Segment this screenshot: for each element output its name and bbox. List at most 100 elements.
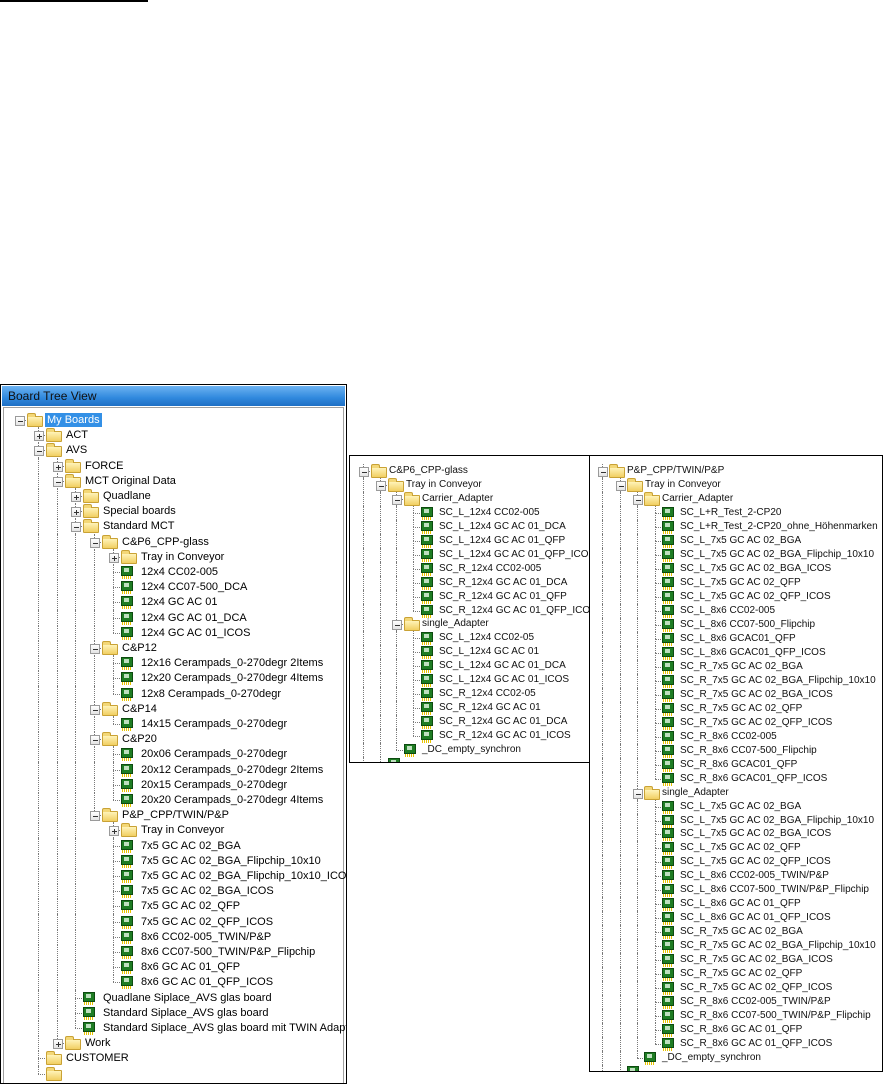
tree-board-item[interactable]: SC_L_7x5 GC AC 02_BGA [590, 799, 882, 814]
expand-icon[interactable] [109, 826, 119, 837]
tree-folder-item[interactable]: Tray in Conveyor [590, 477, 882, 492]
tree-board-item[interactable]: SC_R_12x4 CC02-005 [350, 561, 590, 576]
tree-board-item[interactable]: SC_L_12x4 GC AC 01_QFP [350, 533, 590, 548]
collapse-icon[interactable] [90, 704, 100, 715]
tree-board-item[interactable] [350, 756, 590, 762]
collapse-icon[interactable] [633, 494, 643, 505]
collapse-icon[interactable] [15, 416, 25, 426]
tree-folder-item[interactable]: C&P6_CPP-glass [350, 464, 590, 478]
tree-board-item[interactable]: SC_L_8x6 GCAC01_QFP_ICOS [590, 645, 882, 660]
tree-board-item[interactable]: 7x5 GC AC 02_BGA_Flipchip_10x10 [4, 852, 343, 869]
tree-board-item[interactable]: SC_L_7x5 GC AC 02_QFP_ICOS [590, 855, 882, 870]
tree-board-item[interactable]: SC_L_8x6 GC AC 01_QFP [590, 897, 882, 912]
tree-folder-item[interactable]: Tray in Conveyor [4, 822, 343, 839]
tree-folder-item[interactable]: Carrier_Adapter [350, 491, 590, 506]
tree-board-item[interactable]: SC_L_8x6 GCAC01_QFP [590, 631, 882, 646]
tree-board-item[interactable]: SC_R_7x5 GC AC 02_BGA_ICOS [590, 953, 882, 968]
tree-board-item[interactable]: SC_R_7x5 GC AC 02_BGA [590, 659, 882, 674]
tree-board-item[interactable]: 7x5 GC AC 02_BGA [4, 837, 343, 854]
tree-folder-item[interactable]: Quadlane [4, 488, 343, 504]
tree-board-item[interactable]: SC_L_7x5 GC AC 02_BGA_ICOS [590, 561, 882, 576]
tree-board-item[interactable]: 12x4 CC07-500_DCA [4, 579, 343, 596]
tree-board-item[interactable]: SC_L_8x6 CC02-005_TWIN/P&P [590, 869, 882, 884]
tree-board-item[interactable]: 12x8 Cerampads_0-270degr [4, 685, 343, 702]
tree-board-item[interactable]: 12x4 CC02-005 [4, 564, 343, 580]
tree-board-item[interactable]: 12x4 GC AC 01_ICOS [4, 624, 343, 641]
tree-board-item[interactable]: SC_L_12x4 CC02-005 [350, 505, 590, 520]
tree-folder-item[interactable]: Standard MCT [4, 518, 343, 535]
tree-folder-item[interactable]: Tray in Conveyor [4, 548, 343, 565]
tree-folder-item[interactable]: ACT [4, 427, 343, 444]
tree-folder-item[interactable]: CUSTOMER [4, 1050, 343, 1067]
tree-board-item[interactable]: 8x6 GC AC 01_QFP [4, 959, 343, 976]
expand-icon[interactable] [34, 431, 44, 442]
expand-icon[interactable] [109, 552, 119, 563]
tree-board-item[interactable]: 8x6 GC AC 01_QFP_ICOS [4, 974, 343, 991]
tree-board-item[interactable]: SC_L_8x6 CC02-005 [590, 603, 882, 618]
tree-board-item[interactable]: 12x16 Cerampads_0-270degr 2Items [4, 655, 343, 672]
tree-board-item[interactable]: SC_R_8x6 CC02-005_TWIN/P&P [590, 995, 882, 1010]
tree-board-item[interactable] [590, 1065, 882, 1071]
tree-board-item[interactable]: 12x20 Cerampads_0-270degr 4Items [4, 670, 343, 687]
tree-folder-item[interactable]: Special boards [4, 503, 343, 520]
tree-board-item[interactable]: 8x6 CC07-500_TWIN/P&P_Flipchip [4, 944, 343, 960]
tree-board-item[interactable]: SC_R_12x4 CC02-05 [350, 687, 590, 702]
tree-board-item[interactable]: 12x4 GC AC 01_DCA [4, 609, 343, 626]
tree-board-item[interactable]: SC_L+R_Test_2-CP20_ohne_Höhenmarken [590, 519, 882, 534]
expand-icon[interactable] [53, 1039, 63, 1050]
collapse-icon[interactable] [90, 735, 100, 746]
tree-board-item[interactable]: SC_L_8x6 GC AC 01_QFP_ICOS [590, 911, 882, 926]
tree-board-item[interactable]: SC_L_12x4 GC AC 01_QFP_ICOS [350, 547, 590, 562]
tree-folder-item[interactable]: C&P14 [4, 700, 343, 717]
tree-board-item[interactable]: Standard Siplace_AVS glas board mit TWIN… [4, 1020, 346, 1036]
tree-board-item[interactable]: SC_L_7x5 GC AC 02_QFP [590, 575, 882, 590]
tree-board-item[interactable]: 7x5 GC AC 02_QFP [4, 898, 343, 915]
tree-board-item[interactable]: 20x12 Cerampads_0-270degr 2Items [4, 761, 343, 778]
board-tree[interactable]: P&P_CPP/TWIN/P&P Tray in Conveyor Carrier_… [590, 456, 882, 1071]
tree-board-item[interactable]: SC_R_12x4 GC AC 01_DCA [350, 715, 590, 730]
tree-board-item[interactable]: 7x5 GC AC 02_QFP_ICOS [4, 913, 343, 930]
collapse-icon[interactable] [34, 446, 44, 457]
collapse-icon[interactable] [71, 522, 81, 533]
tree-board-item[interactable]: SC_R_7x5 GC AC 02_BGA [590, 925, 882, 940]
collapse-icon[interactable] [376, 480, 386, 491]
collapse-icon[interactable] [616, 480, 626, 491]
collapse-icon[interactable] [359, 467, 369, 477]
tree-folder-item[interactable]: P&P_CPP/TWIN/P&P [4, 807, 343, 824]
tree-folder-item[interactable]: AVS [4, 442, 343, 459]
tree-board-item[interactable]: SC_R_8x6 GC AC 01_QFP [590, 1023, 882, 1038]
tree-board-item[interactable]: SC_R_7x5 GC AC 02_QFP_ICOS [590, 981, 882, 996]
tree-board-item[interactable]: SC_R_8x6 GCAC01_QFP [590, 757, 882, 772]
tree-board-item[interactable]: SC_L_8x6 CC07-500_Flipchip [590, 617, 882, 632]
expand-icon[interactable] [53, 461, 63, 472]
tree-board-item[interactable]: 7x5 GC AC 02_BGA_Flipchip_10x10_ICOS [4, 868, 346, 884]
tree-folder-item[interactable]: My Boards [4, 412, 343, 427]
tree-board-item[interactable]: Standard Siplace_AVS glas board [4, 1004, 343, 1021]
tree-board-item[interactable]: 20x06 Cerampads_0-270degr [4, 746, 343, 763]
tree-folder-item[interactable]: C&P6_CPP-glass [4, 533, 343, 550]
board-tree[interactable]: C&P6_CPP-glass Tray in Conveyor Carrier_Ad… [350, 456, 590, 762]
tree-board-item[interactable]: SC_L_7x5 GC AC 02_QFP [590, 841, 882, 856]
tree-board-item[interactable]: SC_R_7x5 GC AC 02_BGA_Flipchip_10x10 [590, 673, 882, 688]
tree-board-item[interactable]: SC_L+R_Test_2-CP20 [590, 505, 882, 520]
tree-board-item[interactable]: SC_L_12x4 GC AC 01_DCA [350, 519, 590, 534]
collapse-icon[interactable] [598, 467, 608, 477]
tree-board-item[interactable]: _DC_empty_synchron [350, 743, 590, 757]
tree-board-item[interactable]: SC_L_12x4 GC AC 01 [350, 645, 590, 660]
tree-board-item[interactable]: Quadlane Siplace_AVS glas board [4, 989, 343, 1006]
tree-board-item[interactable]: 20x20 Cerampads_0-270degr 4Items [4, 792, 343, 808]
tree-board-item[interactable]: SC_R_8x6 CC02-005 [590, 729, 882, 744]
expand-icon[interactable] [71, 492, 81, 502]
tree-board-item[interactable]: 7x5 GC AC 02_BGA_ICOS [4, 883, 343, 900]
tree-folder-item[interactable]: single_Adapter [350, 617, 590, 632]
tree-board-item[interactable]: SC_R_12x4 GC AC 01_QFP_ICOS [350, 603, 590, 618]
tree-board-item[interactable]: SC_R_7x5 GC AC 02_BGA_ICOS [590, 687, 882, 702]
tree-board-item[interactable]: SC_L_7x5 GC AC 02_BGA_ICOS [590, 827, 882, 842]
expand-icon[interactable] [71, 507, 81, 518]
tree-board-item[interactable]: 8x6 CC02-005_TWIN/P&P [4, 928, 343, 945]
tree-folder-item[interactable]: P&P_CPP/TWIN/P&P [590, 464, 882, 478]
tree-folder-item[interactable]: Tray in Conveyor [350, 477, 590, 492]
tree-board-item[interactable]: SC_L_7x5 GC AC 02_QFP_ICOS [590, 589, 882, 604]
tree-board-item[interactable]: SC_L_8x6 CC07-500_TWIN/P&P_Flipchip [590, 883, 882, 898]
tree-board-item[interactable]: SC_R_8x6 GCAC01_QFP_ICOS [590, 771, 882, 786]
